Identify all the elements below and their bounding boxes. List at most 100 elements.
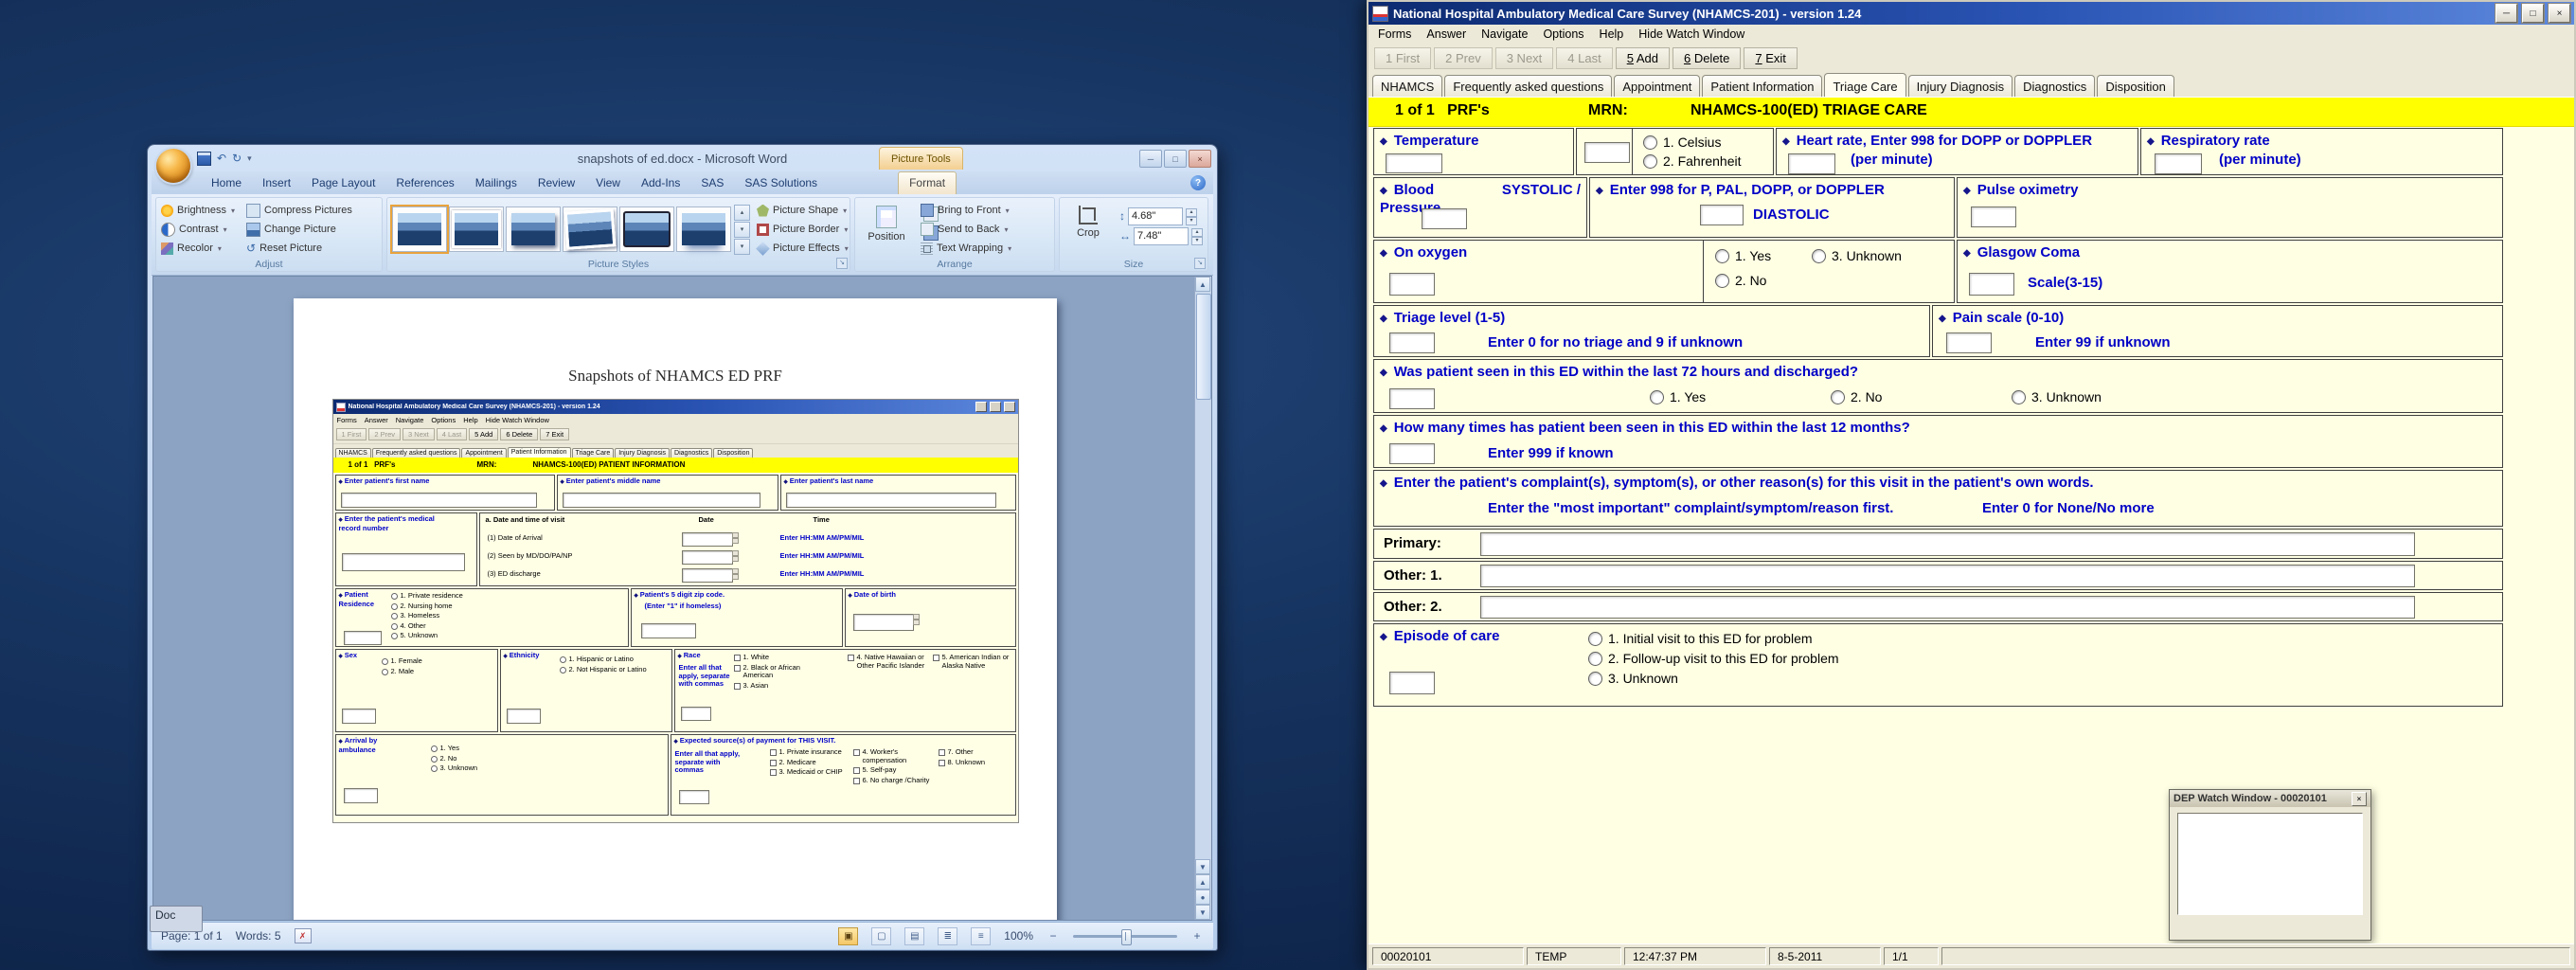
change-picture-button[interactable]: Change Picture [246, 221, 352, 238]
radio-icon[interactable] [1831, 390, 1845, 404]
add-button[interactable]: 5 Add [1616, 47, 1670, 69]
height-value[interactable]: 4.68" [1128, 207, 1183, 225]
maximize-button[interactable]: □ [2522, 4, 2544, 23]
gallery-more-icon[interactable]: ▾ [734, 239, 750, 255]
height-spinner[interactable]: ↕ 4.68" ▴▾ [1119, 207, 1203, 225]
radio-icon[interactable] [1588, 672, 1602, 686]
menu-answer[interactable]: Answer [1419, 26, 1474, 43]
exit-button[interactable]: 7 Exit [1744, 47, 1798, 69]
menu-help[interactable]: Help [1592, 26, 1632, 43]
radio-icon[interactable] [1588, 632, 1602, 646]
tab-appointment[interactable]: Appointment [1614, 75, 1700, 97]
other2-complaint-input[interactable] [1480, 596, 2415, 619]
radio-icon[interactable] [1715, 274, 1729, 288]
contrast-button[interactable]: Contrast▾ [161, 221, 235, 238]
redo-icon[interactable]: ↻ [232, 152, 242, 165]
tab-insert[interactable]: Insert [252, 172, 301, 194]
tab-sas[interactable]: SAS [690, 172, 734, 194]
brightness-button[interactable]: Brightness▾ [161, 202, 235, 219]
tab-sas-solutions[interactable]: SAS Solutions [734, 172, 828, 194]
word-titlebar[interactable]: snapshots of ed.docx - Microsoft Word [153, 146, 1211, 171]
close-button[interactable]: × [1189, 150, 1211, 168]
pulse-oximetry-input[interactable] [1971, 207, 2016, 227]
visits-12-input[interactable] [1389, 443, 1435, 464]
picture-style-thumb[interactable] [563, 207, 617, 252]
dialog-launcher-icon[interactable]: ↘ [1194, 258, 1206, 269]
embedded-screenshot[interactable]: National Hospital Ambulatory Medical Car… [332, 399, 1019, 823]
pain-scale-input[interactable] [1946, 332, 1992, 353]
tab-diagnostics[interactable]: Diagnostics [2014, 75, 2095, 97]
zoom-level[interactable]: 100% [1004, 929, 1033, 943]
previous-page-icon[interactable]: ▲ [1195, 874, 1210, 889]
temperature-input[interactable] [1386, 153, 1442, 173]
picture-style-thumb[interactable] [676, 207, 731, 252]
diastolic-input[interactable] [1700, 205, 1744, 225]
tab-faq[interactable]: Frequently asked questions [1444, 75, 1612, 97]
dialog-launcher-icon[interactable]: ↘ [836, 258, 848, 269]
compress-pictures-button[interactable]: Compress Pictures [246, 202, 352, 219]
menu-navigate[interactable]: Navigate [1474, 26, 1535, 43]
radio-icon[interactable] [2012, 390, 2026, 404]
spin-down-icon[interactable]: ▾ [1186, 217, 1197, 225]
gallery-up-icon[interactable]: ▴ [734, 205, 750, 221]
browse-object-icon[interactable]: ● [1195, 889, 1210, 905]
view-web-layout-icon[interactable]: ▤ [904, 927, 924, 945]
crop-button[interactable]: Crop [1064, 202, 1112, 239]
systolic-input[interactable] [1422, 208, 1467, 229]
menu-hide-watch-window[interactable]: Hide Watch Window [1631, 26, 1752, 43]
triage-level-input[interactable] [1389, 332, 1435, 353]
view-print-layout-icon[interactable]: ▣ [838, 927, 858, 945]
restore-button[interactable]: □ [1164, 150, 1187, 168]
watch-close-icon[interactable]: × [2352, 792, 2367, 806]
tab-nhamcs[interactable]: NHAMCS [1372, 75, 1442, 97]
temperature-unit-input[interactable] [1584, 142, 1630, 163]
radio-icon[interactable] [1643, 135, 1657, 150]
glasgow-input[interactable] [1969, 273, 2014, 296]
scrollbar-thumb[interactable] [1196, 294, 1211, 400]
radio-icon[interactable] [1650, 390, 1664, 404]
watch-list[interactable] [2177, 813, 2363, 915]
radio-celsius[interactable]: 1. Celsius [1643, 135, 1721, 150]
tab-mailings[interactable]: Mailings [465, 172, 528, 194]
save-icon[interactable] [197, 152, 211, 166]
reset-picture-button[interactable]: ↺Reset Picture [246, 240, 352, 257]
episode-input[interactable] [1389, 672, 1435, 694]
tab-home[interactable]: Home [201, 172, 252, 194]
width-value[interactable]: 7.48" [1134, 227, 1189, 245]
tab-patient-information[interactable]: Patient Information [1702, 75, 1822, 97]
picture-shape-button[interactable]: Picture Shape▾ [757, 202, 849, 219]
radio-episode-initial[interactable]: 1. Initial visit to this ED for problem [1588, 631, 1813, 646]
radio-oxygen-yes[interactable]: 1. Yes [1715, 248, 1771, 263]
radio-icon[interactable] [1643, 154, 1657, 169]
spell-check-icon[interactable]: ✗ [295, 928, 312, 943]
picture-style-thumb[interactable] [449, 207, 504, 252]
tab-injury-diagnosis[interactable]: Injury Diagnosis [1908, 75, 2013, 97]
radio-icon[interactable] [1588, 652, 1602, 666]
radio-seen72-unknown[interactable]: 3. Unknown [2012, 389, 2102, 404]
background-window-doc[interactable]: Doc [150, 906, 203, 932]
radio-episode-followup[interactable]: 2. Follow-up visit to this ED for proble… [1588, 651, 1839, 666]
view-full-screen-icon[interactable]: ▢ [871, 927, 891, 945]
radio-oxygen-no[interactable]: 2. No [1715, 273, 1766, 288]
radio-seen72-yes[interactable]: 1. Yes [1650, 389, 1706, 404]
picture-style-thumb[interactable] [506, 207, 561, 252]
app-titlebar[interactable]: National Hospital Ambulatory Medical Car… [1368, 2, 2574, 25]
picture-effects-button[interactable]: Picture Effects▾ [757, 240, 849, 257]
other1-complaint-input[interactable] [1480, 565, 2415, 587]
watch-titlebar[interactable]: DEP Watch Window - 00020101 × [2170, 790, 2370, 807]
picture-style-thumb[interactable] [619, 207, 674, 252]
next-page-icon[interactable]: ▼ [1195, 905, 1210, 920]
scroll-down-icon[interactable]: ▼ [1195, 859, 1210, 874]
qat-dropdown-icon[interactable]: ▾ [247, 152, 252, 165]
width-spinner[interactable]: ↔ 7.48" ▴▾ [1119, 227, 1203, 245]
menu-options[interactable]: Options [1535, 26, 1591, 43]
radio-icon[interactable] [1715, 249, 1729, 263]
radio-episode-unknown[interactable]: 3. Unknown [1588, 671, 1678, 686]
text-wrapping-button[interactable]: Text Wrapping▾ [921, 240, 1011, 257]
spin-up-icon[interactable]: ▴ [1186, 208, 1197, 217]
tab-triage-care[interactable]: Triage Care [1824, 73, 1905, 97]
seen-72-input[interactable] [1389, 388, 1435, 409]
picture-style-thumb[interactable] [392, 207, 447, 252]
close-button[interactable]: × [2549, 4, 2570, 23]
office-button[interactable] [156, 149, 190, 183]
